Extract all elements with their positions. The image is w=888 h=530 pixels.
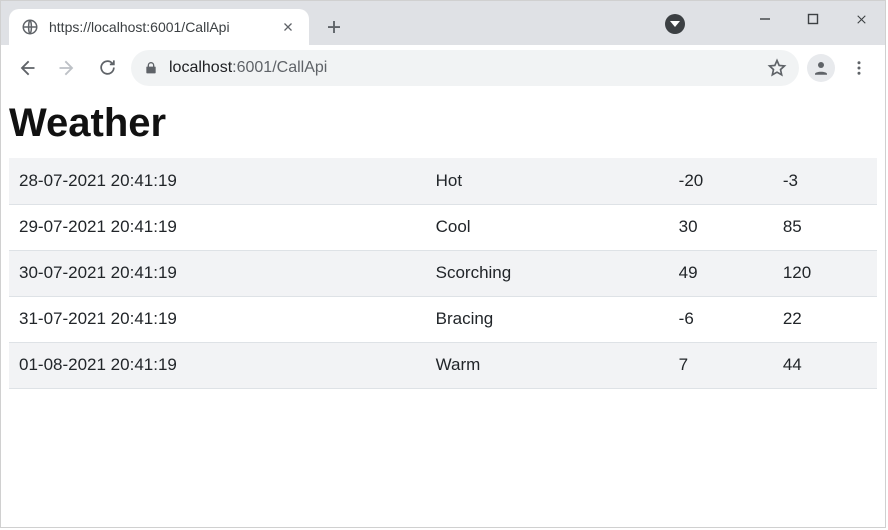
cell-date: 29-07-2021 20:41:19 [9,204,426,250]
table-row: 29-07-2021 20:41:19Cool3085 [9,204,877,250]
table-row: 28-07-2021 20:41:19Hot-20-3 [9,158,877,204]
window-close-button[interactable] [837,1,885,37]
lock-icon [143,60,159,76]
cell-date: 30-07-2021 20:41:19 [9,250,426,296]
reload-button[interactable] [91,52,123,84]
globe-icon [21,18,39,36]
table-row: 01-08-2021 20:41:19Warm744 [9,342,877,388]
cell-date: 31-07-2021 20:41:19 [9,296,426,342]
tab-active[interactable]: https://localhost:6001/CallApi [9,9,309,45]
cell-val-a: 30 [669,204,773,250]
page-content: Weather 28-07-2021 20:41:19Hot-20-329-07… [1,101,885,389]
bookmark-icon[interactable] [767,58,787,78]
cell-val-a: -6 [669,296,773,342]
minimize-button[interactable] [741,1,789,37]
forward-button[interactable] [51,52,83,84]
url-rest: :6001/CallApi [232,59,327,76]
cell-desc: Scorching [426,250,669,296]
cell-val-b: -3 [773,158,877,204]
profile-avatar[interactable] [807,54,835,82]
window-controls [741,1,885,37]
tab-title: https://localhost:6001/CallApi [49,19,279,35]
maximize-button[interactable] [789,1,837,37]
url-text: localhost:6001/CallApi [169,59,757,77]
weather-table: 28-07-2021 20:41:19Hot-20-329-07-2021 20… [9,158,877,389]
cell-date: 28-07-2021 20:41:19 [9,158,426,204]
table-row: 31-07-2021 20:41:19Bracing-622 [9,296,877,342]
table-row: 30-07-2021 20:41:19Scorching49120 [9,250,877,296]
cell-val-b: 44 [773,342,877,388]
url-host: localhost [169,59,232,76]
toolbar: localhost:6001/CallApi [1,45,885,91]
extension-icon[interactable] [665,14,685,34]
page-title: Weather [9,101,877,146]
cell-val-a: -20 [669,158,773,204]
cell-val-b: 22 [773,296,877,342]
tab-strip: https://localhost:6001/CallApi [1,1,885,45]
cell-val-a: 49 [669,250,773,296]
cell-date: 01-08-2021 20:41:19 [9,342,426,388]
menu-button[interactable] [843,52,875,84]
cell-val-b: 120 [773,250,877,296]
back-button[interactable] [11,52,43,84]
cell-desc: Hot [426,158,669,204]
cell-desc: Bracing [426,296,669,342]
cell-val-b: 85 [773,204,877,250]
new-tab-button[interactable] [319,12,349,42]
close-icon[interactable] [279,18,297,36]
cell-desc: Warm [426,342,669,388]
browser-window: https://localhost:6001/CallApi [0,0,886,528]
cell-val-a: 7 [669,342,773,388]
cell-desc: Cool [426,204,669,250]
address-bar[interactable]: localhost:6001/CallApi [131,50,799,86]
